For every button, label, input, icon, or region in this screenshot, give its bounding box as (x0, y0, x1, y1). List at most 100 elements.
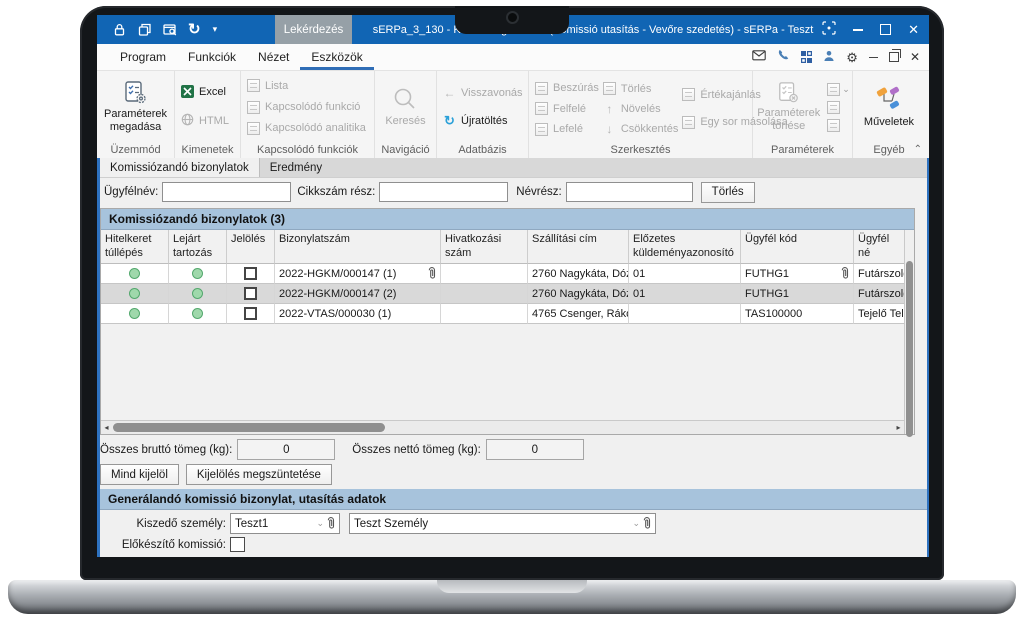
window-title: sERPa_3_130 - Komissió generálás(Komissi… (367, 15, 819, 44)
window-search-icon[interactable] (162, 22, 178, 37)
user-icon[interactable] (823, 50, 835, 65)
lock-icon[interactable] (112, 22, 127, 37)
window-controls: ✕ (822, 15, 919, 44)
table-row[interactable]: 2022-HGKM/000147 (1) 2760 Nagykáta, Dózs… (101, 264, 904, 284)
checklist-gear-icon (123, 80, 148, 105)
phone-icon[interactable] (777, 49, 790, 65)
attachment-paperclip-icon[interactable] (841, 267, 849, 280)
scroll-left-arrow[interactable]: ◂ (101, 421, 112, 433)
parameterek-megadasa-button[interactable]: Paraméterek megadása (97, 78, 174, 136)
html-button[interactable]: HTML (181, 113, 229, 129)
lefele-button[interactable]: Lefelé (535, 123, 599, 136)
document-close-button[interactable]: ✕ (910, 51, 920, 63)
horizontal-scrollbar[interactable]: ◂ ▸ (101, 420, 904, 434)
ribbon-item-label: Visszavonás (461, 87, 523, 99)
mind-kijelol-button[interactable]: Mind kijelöl (100, 464, 179, 485)
col-szallitasi[interactable]: Szállítási cím (528, 230, 629, 264)
titlebar-quick-icons: ↻ ▾ (97, 22, 217, 37)
chevron-down-icon[interactable]: ⌄ (316, 519, 324, 528)
menu-program[interactable]: Program (109, 44, 177, 70)
generate-section-header: Generálandó komissió bizonylat, utasítás… (100, 489, 927, 510)
vertical-scrollbar[interactable] (904, 230, 914, 434)
kiszedo-code-combobox[interactable]: Teszt1 ⌄ (230, 513, 340, 534)
col-ugyfelnev[interactable]: Ügyfél né (854, 230, 904, 264)
param-load-icon[interactable] (827, 101, 840, 114)
visszavonas-button[interactable]: ←Visszavonás (443, 87, 523, 99)
menu-eszkozok[interactable]: Eszközök (300, 44, 373, 70)
row-checkbox[interactable] (244, 307, 257, 320)
noveles-button[interactable]: ↑Növelés (603, 103, 678, 115)
move-up-icon (535, 102, 548, 115)
elokeszito-checkbox[interactable] (230, 537, 245, 552)
parameterek-torlese-button[interactable]: Paraméterek törlése (755, 79, 822, 135)
torles-button[interactable]: Törlés (603, 82, 678, 95)
chevron-down-icon[interactable]: ⌄ (632, 519, 640, 528)
maximize-button[interactable] (880, 24, 891, 35)
col-bizonylatszam[interactable]: Bizonylatszám (275, 230, 441, 264)
lista-button[interactable]: Lista (247, 79, 288, 92)
col-hivatkozasi[interactable]: Hivatkozási szám (441, 230, 528, 264)
attachment-paperclip-icon[interactable] (327, 517, 335, 530)
row-checkbox[interactable] (244, 287, 257, 300)
tab-eredmeny[interactable]: Eredmény (260, 158, 332, 177)
ribbon-item-label: Keresés (385, 115, 425, 128)
beszuras-button[interactable]: Beszúrás (535, 82, 599, 95)
ribbon-group-uzemmod: Paraméterek megadása Üzemmód (97, 71, 175, 159)
mail-icon[interactable] (752, 50, 766, 64)
ribbon-group-navigacio: Keresés Navigáció (375, 71, 437, 159)
tab-komissiozando-bizonylatok[interactable]: Komissiózandó bizonylatok (100, 158, 260, 177)
documents-grid: Komissiózandó bizonylatok (3) Hitelkeret… (100, 208, 915, 435)
param-settings-icon[interactable] (827, 119, 840, 132)
close-button[interactable]: ✕ (908, 23, 919, 36)
chevron-down-icon[interactable]: ⌄ (842, 85, 850, 94)
ribbon-item-label: Paraméterek megadása (99, 108, 172, 134)
mode-tab-lekerdezes[interactable]: Lekérdezés (275, 15, 352, 44)
apps-grid-icon[interactable] (801, 51, 813, 63)
gear-icon[interactable]: ⚙ (846, 51, 858, 64)
kiszedo-name-combobox[interactable]: Teszt Személy ⌄ (349, 513, 656, 534)
ribbon-item-label: Csökkentés (621, 123, 678, 135)
csokkentes-button[interactable]: ↓Csökkentés (603, 123, 678, 135)
ribbon-group-parameterek: Paraméterek törlése ⌄ Paraméterek (753, 71, 853, 159)
refresh-icon[interactable]: ↻ (188, 22, 201, 37)
kapcsolodo-funkcio-button[interactable]: Kapcsolódó funkció (247, 101, 360, 114)
ugyfelnev-input[interactable] (162, 182, 291, 202)
caret-down-icon[interactable]: ▾ (213, 25, 218, 34)
attachment-paperclip-icon[interactable] (643, 517, 651, 530)
col-hitelkeret[interactable]: Hitelkeret túllépés (101, 230, 169, 264)
table-row[interactable]: 2022-HGKM/000147 (2) 2760 Nagykáta, Dózs… (101, 284, 904, 304)
col-elozetes[interactable]: Előzetes küldeményazonosító (629, 230, 741, 264)
ribbon-group-label: Navigáció (375, 143, 436, 159)
ribbon-item-label: Paraméterek törlése (757, 107, 820, 133)
menu-funkciok[interactable]: Funkciók (177, 44, 247, 70)
muveletek-button[interactable]: Műveletek (862, 84, 916, 131)
torles-button[interactable]: Törlés (701, 182, 755, 203)
cell-ugyfelkod: TAS100000 (741, 304, 854, 324)
excel-button[interactable]: Excel (181, 85, 226, 98)
copy-layers-icon[interactable] (137, 22, 152, 37)
horizontal-scroll-thumb[interactable] (113, 423, 385, 432)
focus-mode-icon[interactable] (822, 21, 836, 38)
felfele-button[interactable]: Felfelé (535, 102, 599, 115)
col-jeloles[interactable]: Jelölés (227, 230, 275, 264)
vertical-scroll-thumb[interactable] (906, 261, 913, 437)
ujratoltes-button[interactable]: ↻Újratöltés (443, 114, 507, 127)
col-ugyfelkod[interactable]: Ügyfél kód (741, 230, 854, 264)
minimize-button[interactable] (853, 29, 863, 31)
cikkszam-input[interactable] (379, 182, 508, 202)
menu-nezet[interactable]: Nézet (247, 44, 300, 70)
nevresz-input[interactable] (566, 182, 693, 202)
param-save-icon[interactable] (827, 83, 840, 96)
table-row[interactable]: 2022-VTAS/000030 (1) 4765 Csenger, Rákóc… (101, 304, 904, 324)
row-checkbox[interactable] (244, 267, 257, 280)
col-lejart[interactable]: Lejárt tartozás (169, 230, 227, 264)
document-minimize-button[interactable] (869, 57, 878, 58)
kapcsolodo-analitika-button[interactable]: Kapcsolódó analitika (247, 122, 366, 135)
kijeloles-megszuntetese-button[interactable]: Kijelölés megszüntetése (186, 464, 332, 485)
document-restore-button[interactable] (889, 52, 899, 62)
attachment-paperclip-icon[interactable] (428, 267, 436, 280)
kereses-button[interactable]: Keresés (383, 84, 427, 130)
overdue-ok-indicator (192, 288, 203, 299)
ribbon-collapse-button[interactable]: ⌃ (914, 144, 922, 155)
scroll-right-arrow[interactable]: ▸ (893, 421, 904, 433)
